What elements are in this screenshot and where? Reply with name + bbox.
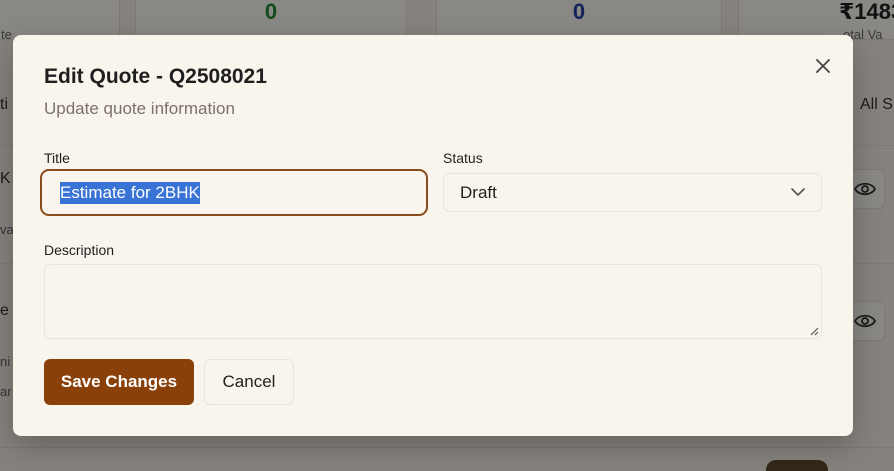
status-label: Status bbox=[443, 150, 483, 166]
title-label: Title bbox=[44, 150, 70, 166]
dialog-title: Edit Quote - Q2508021 bbox=[44, 65, 267, 88]
close-button[interactable] bbox=[812, 55, 834, 77]
status-select[interactable]: Draft bbox=[443, 173, 822, 212]
dialog-subtitle: Update quote information bbox=[44, 99, 235, 118]
cancel-button[interactable]: Cancel bbox=[204, 359, 294, 405]
close-icon bbox=[816, 59, 830, 73]
title-input[interactable]: Estimate for 2BHK bbox=[40, 169, 428, 216]
resize-handle-icon[interactable] bbox=[809, 326, 819, 336]
description-label: Description bbox=[44, 242, 115, 258]
edit-quote-dialog: Edit Quote - Q2508021 Update quote infor… bbox=[13, 35, 853, 436]
title-input-value: Estimate for 2BHK bbox=[60, 181, 200, 204]
description-textarea[interactable] bbox=[44, 264, 822, 339]
save-changes-button[interactable]: Save Changes bbox=[44, 359, 194, 405]
status-select-value: Draft bbox=[460, 182, 497, 202]
chevron-down-icon bbox=[791, 188, 805, 196]
